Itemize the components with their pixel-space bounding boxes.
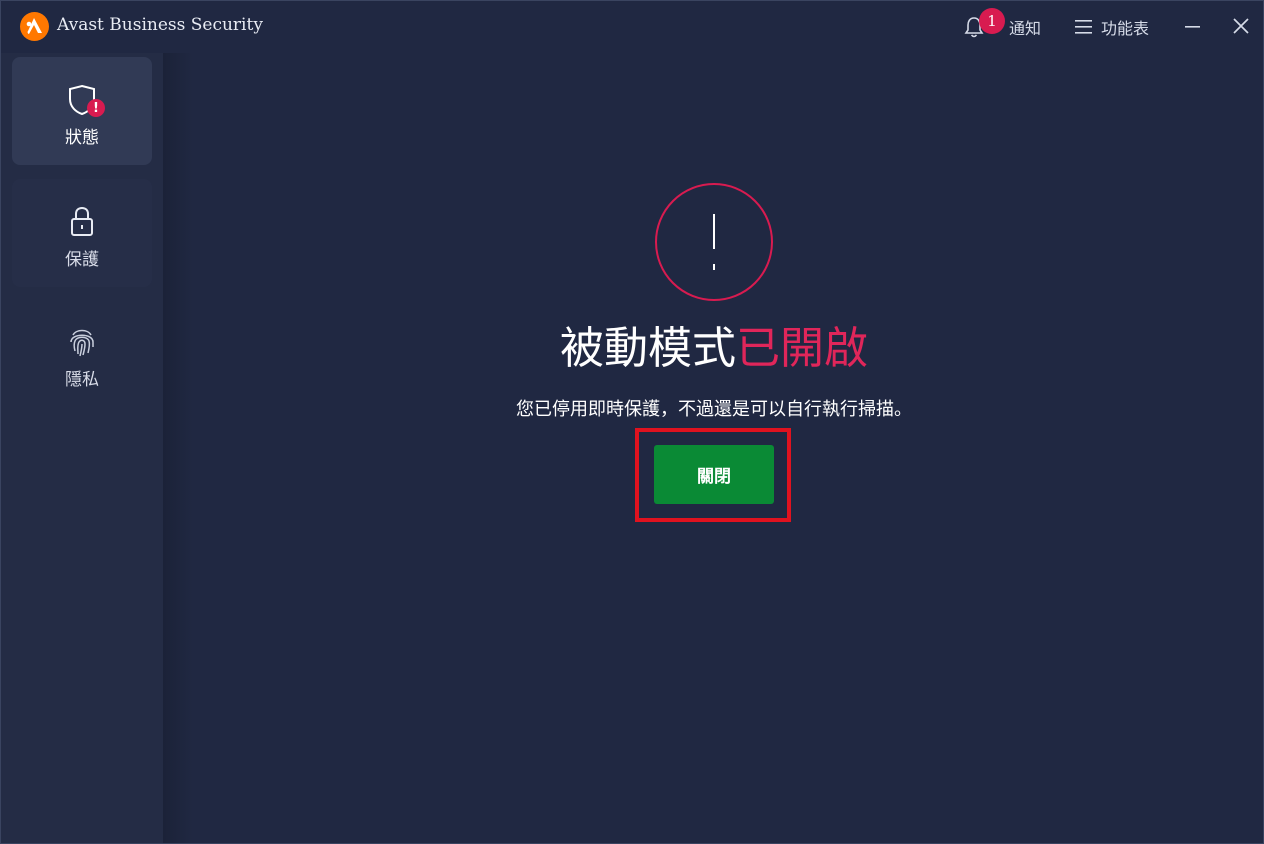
app-title: Avast Business Security [57, 15, 263, 35]
sidebar: ! 狀態 保護 隱私 [1, 53, 163, 843]
close-button[interactable]: 關閉 [654, 445, 774, 504]
exclamation-circle-icon [655, 183, 773, 301]
minimize-icon[interactable] [1182, 15, 1204, 37]
title-bar: Avast Business Security 1 通知 功能表 [1, 1, 1263, 53]
page-title: 被動模式已開啟 [1, 319, 1264, 379]
menu-button[interactable]: 功能表 [1101, 13, 1149, 41]
sidebar-shadow [163, 53, 193, 843]
page-title-mode: 被動模式 [560, 323, 736, 374]
sidebar-item-label: 狀態 [65, 128, 99, 148]
sidebar-item-label: 保護 [65, 250, 99, 270]
avast-logo-icon [20, 12, 49, 41]
shield-alert-icon: ! [65, 83, 105, 117]
status-description: 您已停用即時保護，不過還是可以自行執行掃描。 [516, 399, 912, 420]
app-window: Avast Business Security 1 通知 功能表 ! 狀態 保護… [0, 0, 1264, 844]
notifications-button[interactable]: 通知 [1009, 13, 1041, 41]
page-title-state: 已開啟 [736, 323, 868, 374]
sidebar-item-status[interactable]: ! 狀態 [12, 57, 152, 165]
hamburger-icon[interactable] [1074, 13, 1094, 41]
notification-count-badge: 1 [979, 8, 1005, 34]
sidebar-item-protection[interactable]: 保護 [12, 179, 152, 287]
status-alert-badge: ! [87, 99, 105, 117]
lock-icon [65, 205, 99, 239]
close-icon[interactable] [1230, 15, 1252, 37]
